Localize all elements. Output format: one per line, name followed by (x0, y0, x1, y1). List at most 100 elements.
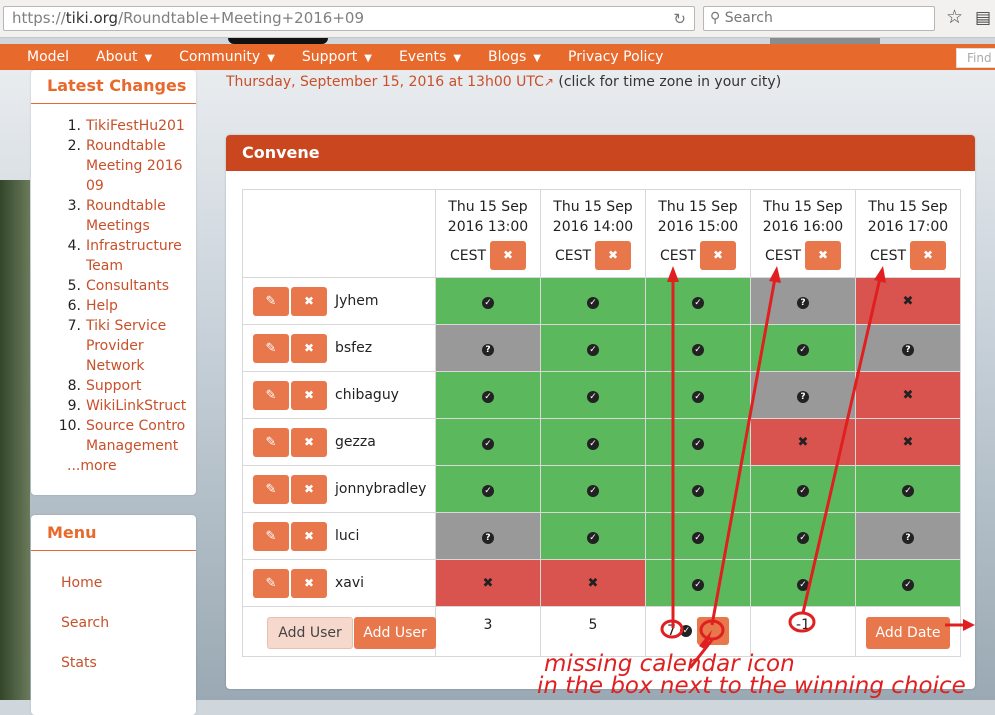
bookmark-star-icon[interactable]: ☆ (946, 6, 963, 28)
latest-change-link[interactable]: Meeting 2016 (86, 156, 186, 176)
latest-change-link[interactable]: Help (86, 296, 186, 316)
latest-change-item[interactable]: Provider (31, 336, 196, 356)
latest-change-link[interactable]: WikiLinkStructure (86, 396, 186, 416)
latest-change-link[interactable]: Roundtable (86, 196, 186, 216)
latest-change-item[interactable]: 6. Help (31, 296, 196, 316)
latest-change-link[interactable]: Team (86, 256, 186, 276)
latest-change-item[interactable]: 5. Consultants (31, 276, 196, 296)
vote-cell-yes[interactable]: ✓ (540, 277, 646, 325)
vote-cell-yes[interactable]: ✓ (750, 559, 856, 607)
latest-change-item[interactable]: 09 (31, 176, 196, 196)
vote-cell-maybe[interactable]: ? (750, 371, 856, 419)
latest-change-item[interactable]: 1. TikiFestHu2016 (31, 116, 196, 136)
latest-change-link[interactable]: Meetings (86, 216, 186, 236)
vote-cell-no[interactable]: ✖ (855, 418, 961, 466)
vote-cell-yes[interactable]: ✓ (540, 418, 646, 466)
vote-cell-yes[interactable]: ✓ (540, 512, 646, 560)
latest-change-item[interactable]: 2. Roundtable (31, 136, 196, 156)
delete-date-button[interactable]: ✖ (595, 241, 632, 270)
latest-change-item[interactable]: 7. Tiki Service (31, 316, 196, 336)
vote-cell-no[interactable]: ✖ (435, 559, 541, 607)
vote-cell-yes[interactable]: ✓ (750, 324, 856, 372)
vote-cell-yes[interactable]: ✓ (750, 465, 856, 513)
edit-user-button[interactable]: ✎ (253, 521, 289, 551)
menu-item-search[interactable]: Search (31, 603, 196, 643)
latest-change-item[interactable]: 9. WikiLinkStructure (31, 396, 196, 416)
latest-change-item[interactable]: Management (31, 436, 196, 456)
delete-user-button[interactable]: ✖ (291, 427, 327, 457)
meeting-date-link[interactable]: Thursday, September 15, 2016 at 13h00 UT… (226, 74, 544, 90)
vote-cell-yes[interactable]: ✓ (645, 418, 751, 466)
calendar-button[interactable] (696, 617, 729, 645)
vote-cell-yes[interactable]: ✓ (855, 559, 961, 607)
edit-user-button[interactable]: ✎ (253, 380, 289, 410)
nav-item-support[interactable]: Support ▼ (302, 49, 372, 65)
delete-date-button[interactable]: ✖ (700, 241, 737, 270)
menu-item-home[interactable]: Home (31, 563, 196, 603)
reload-icon[interactable]: ↻ (673, 10, 686, 28)
vote-cell-maybe[interactable]: ? (855, 324, 961, 372)
latest-change-item[interactable]: 3. Roundtable (31, 196, 196, 216)
menu-item-stats[interactable]: Stats (31, 643, 196, 683)
add-date-button[interactable]: Add Date (866, 617, 950, 649)
latest-change-link[interactable]: Network (86, 356, 186, 376)
nav-item-community[interactable]: Community ▼ (179, 49, 275, 65)
latest-change-link[interactable]: 09 (86, 176, 186, 196)
latest-change-link[interactable]: Support (86, 376, 186, 396)
latest-changes-more-link[interactable]: ...more (31, 456, 196, 476)
url-bar[interactable]: https://tiki.org/Roundtable+Meeting+2016… (3, 6, 695, 31)
latest-change-link[interactable]: Consultants (86, 276, 186, 296)
latest-change-link[interactable]: TikiFestHu2016 (86, 116, 186, 136)
vote-cell-no[interactable]: ✖ (750, 418, 856, 466)
browser-search-input[interactable]: ⚲ Search (703, 6, 935, 31)
latest-change-link[interactable]: Provider (86, 336, 186, 356)
latest-change-item[interactable]: Network (31, 356, 196, 376)
vote-cell-yes[interactable]: ✓ (435, 418, 541, 466)
latest-change-item[interactable]: Meetings (31, 216, 196, 236)
vote-cell-maybe[interactable]: ? (435, 512, 541, 560)
vote-cell-yes[interactable]: ✓ (645, 465, 751, 513)
latest-change-item[interactable]: 8. Support (31, 376, 196, 396)
vote-cell-maybe[interactable]: ? (750, 277, 856, 325)
vote-cell-yes[interactable]: ✓ (645, 324, 751, 372)
nav-item-events[interactable]: Events ▼ (399, 49, 461, 65)
vote-cell-yes[interactable]: ✓ (645, 512, 751, 560)
vote-cell-no[interactable]: ✖ (855, 371, 961, 419)
vote-cell-yes[interactable]: ✓ (645, 371, 751, 419)
edit-user-button[interactable]: ✎ (253, 474, 289, 504)
delete-user-button[interactable]: ✖ (291, 521, 327, 551)
add-user-input-button[interactable]: Add User (267, 617, 353, 649)
vote-cell-no[interactable]: ✖ (540, 559, 646, 607)
vote-cell-yes[interactable]: ✓ (540, 465, 646, 513)
reading-list-icon[interactable]: ▤ (975, 8, 991, 28)
latest-change-link[interactable]: Source Control (86, 416, 186, 436)
latest-change-item[interactable]: 4. Infrastructure (31, 236, 196, 256)
edit-user-button[interactable]: ✎ (253, 427, 289, 457)
add-user-button[interactable]: Add User (354, 617, 436, 649)
latest-change-item[interactable]: Meeting 2016 (31, 156, 196, 176)
vote-cell-yes[interactable]: ✓ (540, 324, 646, 372)
nav-item-blogs[interactable]: Blogs ▼ (488, 49, 541, 65)
edit-user-button[interactable]: ✎ (253, 333, 289, 363)
vote-cell-maybe[interactable]: ? (855, 512, 961, 560)
vote-cell-yes[interactable]: ✓ (435, 371, 541, 419)
vote-cell-yes[interactable]: ✓ (435, 465, 541, 513)
delete-user-button[interactable]: ✖ (291, 286, 327, 316)
nav-item-model[interactable]: Model (27, 49, 69, 65)
vote-cell-yes[interactable]: ✓ (645, 559, 751, 607)
delete-date-button[interactable]: ✖ (910, 241, 947, 270)
latest-change-item[interactable]: 10. Source Control (31, 416, 196, 436)
latest-change-link[interactable]: Infrastructure (86, 236, 186, 256)
nav-item-privacy-policy[interactable]: Privacy Policy (568, 49, 663, 65)
latest-change-link[interactable]: Roundtable (86, 136, 186, 156)
vote-cell-yes[interactable]: ✓ (750, 512, 856, 560)
latest-change-item[interactable]: Team (31, 256, 196, 276)
vote-cell-yes[interactable]: ✓ (540, 371, 646, 419)
find-input[interactable]: Find (956, 48, 995, 68)
vote-cell-yes[interactable]: ✓ (435, 277, 541, 325)
delete-user-button[interactable]: ✖ (291, 568, 327, 598)
vote-cell-yes[interactable]: ✓ (855, 465, 961, 513)
vote-cell-maybe[interactable]: ? (435, 324, 541, 372)
edit-user-button[interactable]: ✎ (253, 286, 289, 316)
edit-user-button[interactable]: ✎ (253, 568, 289, 598)
